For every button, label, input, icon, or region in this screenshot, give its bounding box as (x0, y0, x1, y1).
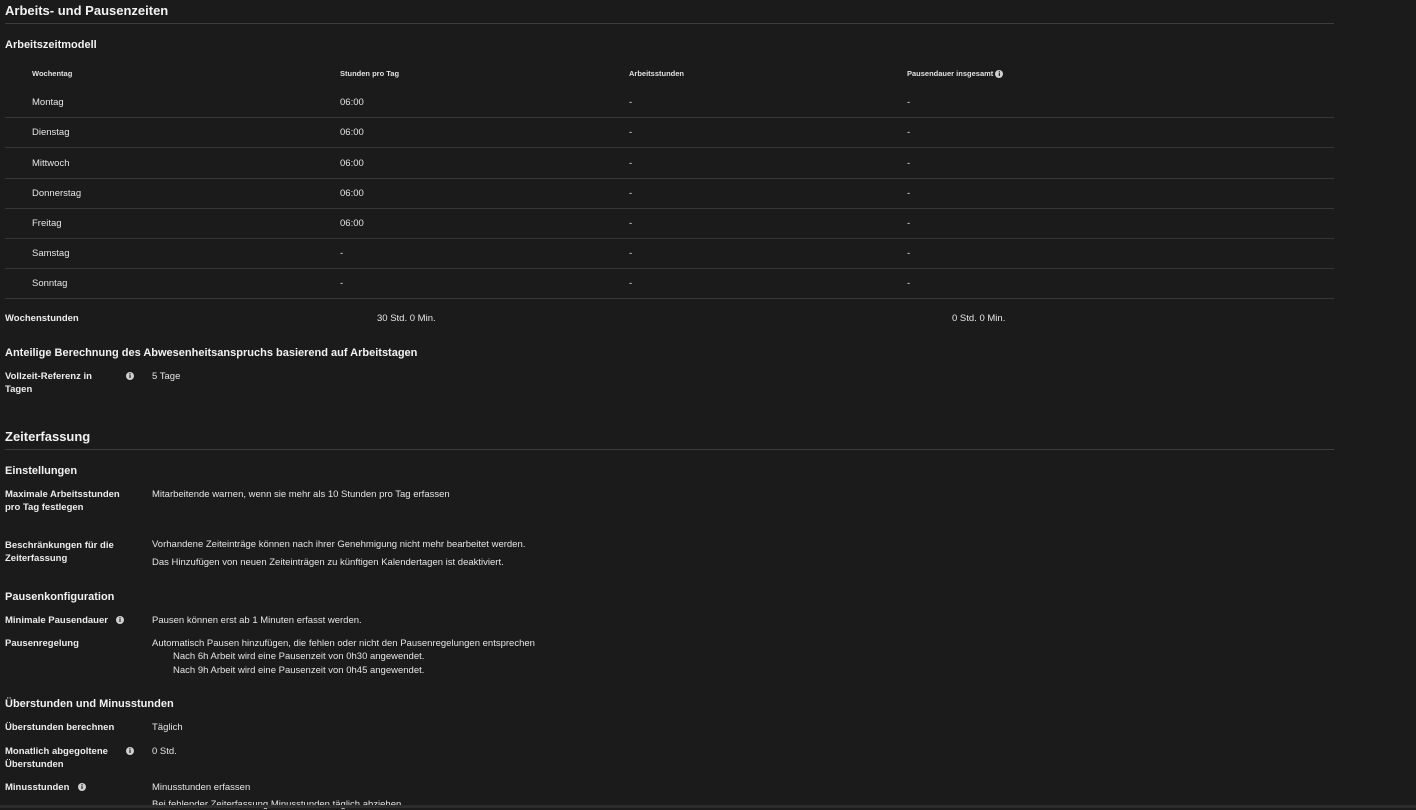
row-divider (5, 298, 1334, 299)
column-header-working-hours: Arbeitsstunden (629, 69, 685, 78)
fulltime-reference-value: 5 Tage (152, 371, 181, 382)
info-icon[interactable]: i (126, 372, 134, 380)
cell-total-break: - (907, 158, 911, 169)
cell-weekday: Sonntag (32, 278, 68, 289)
restriction-edit-after-approval: Vorhandene Zeiteinträge können nach ihre… (152, 539, 526, 550)
proportional-calc-title: Anteilige Berechnung des Abwesenheitsans… (5, 347, 418, 359)
break-rule-label: Pausenregelung (5, 638, 79, 649)
info-icon[interactable]: i (78, 783, 86, 791)
max-hours-label: Maximale Arbeitsstunden pro Tag festlege… (5, 489, 120, 513)
column-header-total-break: Pausendauer insgesamt i (907, 69, 1004, 78)
cell-total-break: - (907, 127, 911, 138)
max-hours-value: Mitarbeitende warnen, wenn sie mehr als … (152, 489, 450, 500)
weekly-hours-value: 30 Std. 0 Min. (377, 313, 436, 324)
cell-total-break: - (907, 218, 911, 229)
cell-weekday: Mittwoch (32, 158, 70, 169)
cell-hours-per-day: 06:00 (340, 188, 364, 199)
row-divider (5, 147, 1334, 148)
subsection-title-settings: Einstellungen (5, 465, 78, 477)
time-tracking-restrictions-label: Beschränkungen für die Zeiterfassung (5, 540, 114, 564)
weekly-hours-label: Wochenstunden (5, 313, 79, 324)
column-header-weekday: Wochentag (32, 69, 73, 78)
cell-hours-per-day: 06:00 (340, 97, 364, 108)
cell-weekday: Samstag (32, 248, 70, 259)
cell-hours-per-day: - (340, 248, 344, 259)
monthly-overtime-value: 0 Std. (152, 746, 177, 757)
cell-working-hours: - (629, 127, 633, 138)
column-header-hours-per-day: Stunden pro Tag (340, 69, 400, 78)
section-title-time-tracking: Zeiterfassung (5, 429, 91, 444)
fulltime-reference-label: Vollzeit-Referenz in Tagen (5, 371, 92, 395)
minus-hours-value: Minusstunden erfassen (152, 782, 251, 793)
overtime-calc-value: Täglich (152, 722, 183, 733)
column-header-total-break-label: Pausendauer insgesamt (907, 69, 994, 78)
overtime-calc-label: Überstunden berechnen (5, 722, 115, 733)
info-icon[interactable]: i (995, 70, 1004, 78)
break-rule-value: Automatisch Pausen hinzufügen, die fehle… (152, 638, 535, 649)
row-divider (5, 238, 1334, 239)
cell-working-hours: - (629, 218, 633, 229)
cell-hours-per-day: - (340, 278, 344, 289)
cell-weekday: Montag (32, 97, 64, 108)
row-divider (5, 208, 1334, 209)
divider (5, 23, 1334, 24)
minus-hours-label: Minusstunden (5, 782, 70, 793)
row-divider (5, 268, 1334, 269)
break-rule-6h: Nach 6h Arbeit wird eine Pausenzeit von … (173, 651, 425, 662)
info-icon[interactable]: i (116, 616, 124, 624)
weekly-breaks-value: 0 Std. 0 Min. (952, 313, 1006, 324)
cell-total-break: - (907, 97, 911, 108)
break-rule-9h: Nach 9h Arbeit wird eine Pausenzeit von … (173, 665, 425, 676)
cell-total-break: - (907, 188, 911, 199)
cell-weekday: Freitag (32, 218, 62, 229)
cell-working-hours: - (629, 278, 633, 289)
subsection-title-overtime: Überstunden und Minusstunden (5, 698, 174, 710)
cell-working-hours: - (629, 158, 633, 169)
cell-working-hours: - (629, 248, 633, 259)
min-break-label: Minimale Pausendauer (5, 615, 108, 626)
cell-hours-per-day: 06:00 (340, 158, 364, 169)
cell-total-break: - (907, 278, 911, 289)
subsection-title-work-model: Arbeitszeitmodell (5, 39, 97, 51)
restriction-future-entries: Das Hinzufügen von neuen Zeiteinträgen z… (152, 557, 504, 568)
cell-hours-per-day: 06:00 (340, 218, 364, 229)
divider (5, 449, 1334, 450)
cell-hours-per-day: 06:00 (340, 127, 364, 138)
cell-working-hours: - (629, 97, 633, 108)
row-divider (5, 117, 1334, 118)
info-icon[interactable]: i (126, 747, 134, 755)
section-title-work-times: Arbeits- und Pausenzeiten (5, 3, 169, 18)
cell-weekday: Dienstag (32, 127, 70, 138)
row-divider (5, 178, 1334, 179)
cell-total-break: - (907, 248, 911, 259)
subsection-title-break-config: Pausenkonfiguration (5, 591, 115, 603)
cell-weekday: Donnerstag (32, 188, 82, 199)
monthly-overtime-label: Monatlich abgegoltene Überstunden (5, 746, 108, 770)
cell-working-hours: - (629, 188, 633, 199)
min-break-value: Pausen können erst ab 1 Minuten erfasst … (152, 615, 362, 626)
